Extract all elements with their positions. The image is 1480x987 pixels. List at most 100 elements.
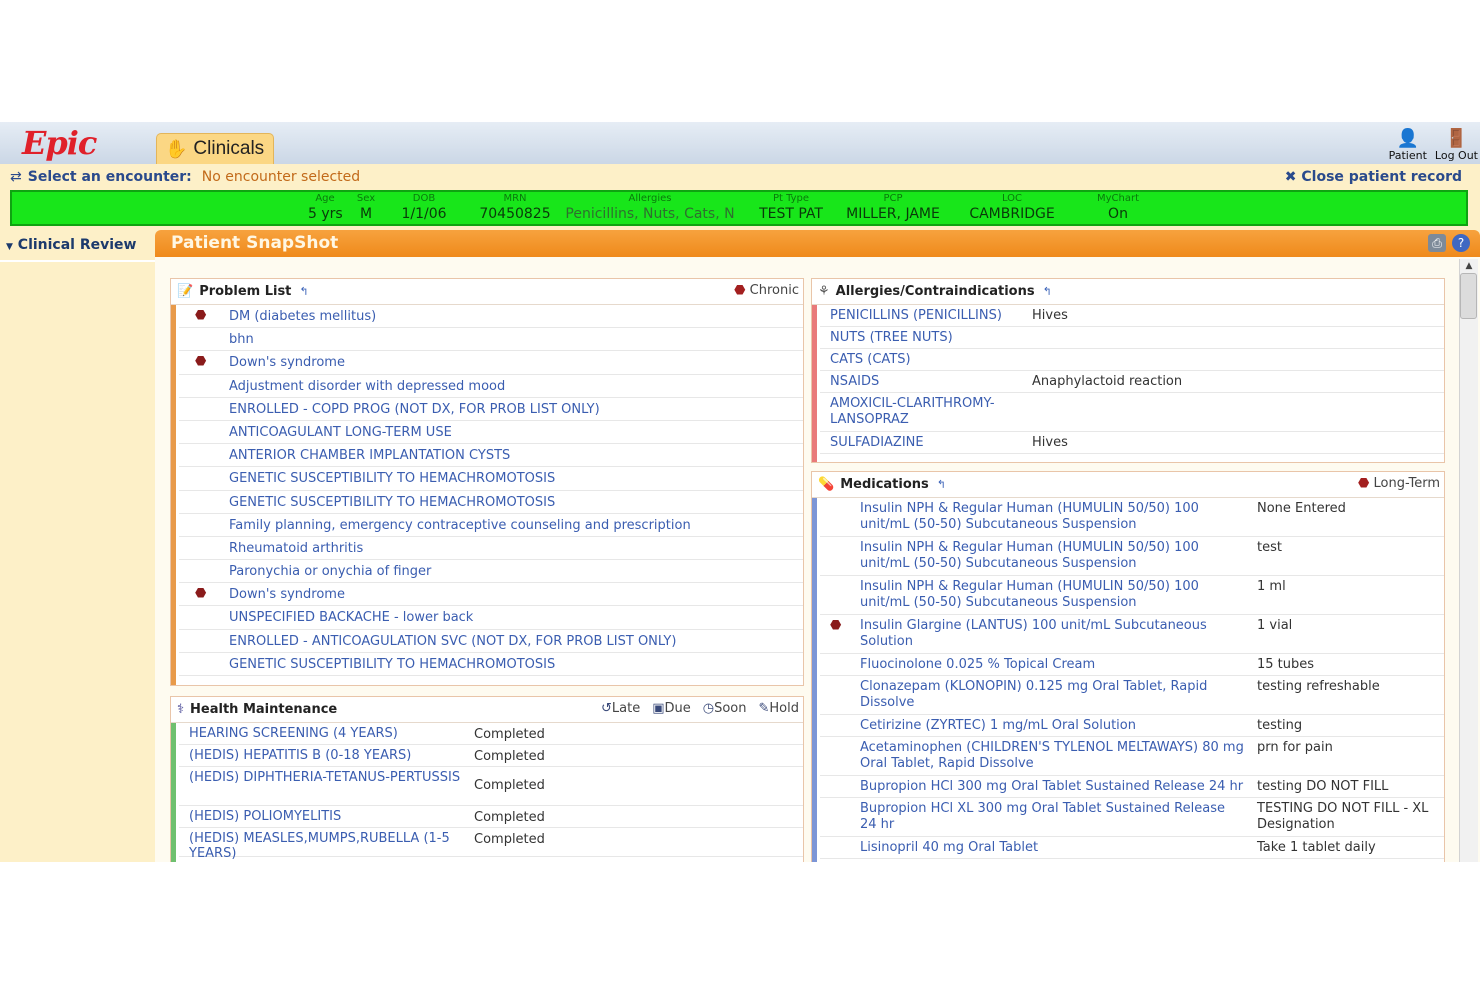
medication-row[interactable]: Insulin NPH & Regular Human (HUMULIN 50/… [820,537,1444,576]
medication-name[interactable]: Clonazepam (KLONOPIN) 0.125 mg Oral Tabl… [860,679,1245,711]
allergy-row[interactable]: PENICILLINS (PENICILLINS) Hives [820,305,1444,327]
medication-sig: 15 tubes [1257,657,1315,672]
allergy-name[interactable]: PENICILLINS (PENICILLINS) [830,308,1020,324]
medication-row[interactable]: Insulin NPH & Regular Human (HUMULIN 50/… [820,498,1444,537]
allergies-title[interactable]: Allergies/Contraindications [836,284,1035,299]
problem-row[interactable]: ANTICOAGULANT LONG-TERM USE [179,421,803,445]
health-maintenance-row[interactable]: (HEDIS) HEPATITIS B (0-18 YEARS) Complete… [179,745,803,767]
banner-field: MyChart On [1090,193,1146,223]
allergy-icon: ⚘ [818,284,830,299]
close-patient-record-button[interactable]: ✖ Close patient record [1285,169,1462,185]
medication-name[interactable]: Acetaminophen (CHILDREN'S TYLENOL MELTAW… [860,740,1245,772]
allergy-name[interactable]: NUTS (TREE NUTS) [830,330,1020,346]
problem-name[interactable]: bhn [229,332,254,347]
allergy-name[interactable]: NSAIDS [830,374,1020,390]
health-maintenance-name[interactable]: (HEDIS) POLIOMYELITIS [189,809,469,824]
allergy-name[interactable]: AMOXICIL-CLARITHROMY-LANSOPRAZ [830,396,1020,428]
problem-name[interactable]: DM (diabetes mellitus) [229,309,376,324]
medication-row[interactable]: Bupropion HCl 300 mg Oral Tablet Sustain… [820,776,1444,798]
select-encounter-link[interactable]: Select an encounter: [28,169,192,185]
problem-name[interactable]: Down's syndrome [229,587,345,602]
problem-row[interactable]: UNSPECIFIED BACKACHE - lower back [179,606,803,630]
problem-row[interactable]: GENETIC SUSCEPTIBILITY TO HEMACHROMOTOSI… [179,491,803,514]
medication-row[interactable]: Clonazepam (KLONOPIN) 0.125 mg Oral Tabl… [820,676,1444,715]
medication-name[interactable]: Insulin Glargine (LANTUS) 100 unit/mL Su… [860,618,1245,650]
medication-row[interactable]: Fluocinolone 0.025 % Topical Cream 15 tub… [820,654,1444,676]
allergy-row[interactable]: SULFADIAZINE Hives [820,432,1444,454]
banner-field: Sex M [351,193,381,223]
medication-name[interactable]: Fluocinolone 0.025 % Topical Cream [860,657,1245,673]
health-maintenance-name[interactable]: HEARING SCREENING (4 YEARS) [189,726,469,741]
allergy-name[interactable]: SULFADIAZINE [830,435,1020,451]
problem-name[interactable]: ANTERIOR CHAMBER IMPLANTATION CYSTS [229,448,510,463]
problem-row[interactable]: ENROLLED - ANTICOAGULATION SVC (NOT DX, … [179,630,803,653]
problem-name[interactable]: GENETIC SUSCEPTIBILITY TO HEMACHROMOTOSI… [229,657,555,672]
problem-row[interactable]: GENETIC SUSCEPTIBILITY TO HEMACHROMOTOSI… [179,653,803,676]
problem-row[interactable]: ⬣ Down's syndrome [179,583,803,607]
scroll-thumb[interactable] [1460,273,1477,319]
health-maintenance-name[interactable]: (HEDIS) HEPATITIS B (0-18 YEARS) [189,748,469,763]
problem-name[interactable]: UNSPECIFIED BACKACHE - lower back [229,610,473,625]
problem-name[interactable]: ENROLLED - ANTICOAGULATION SVC (NOT DX, … [229,634,676,649]
health-maintenance-title[interactable]: Health Maintenance [190,702,337,717]
problem-name[interactable]: GENETIC SUSCEPTIBILITY TO HEMACHROMOTOSI… [229,471,555,486]
allergy-name[interactable]: CATS (CATS) [830,352,1020,368]
medication-name[interactable]: Bupropion HCl 300 mg Oral Tablet Sustain… [860,779,1245,795]
refresh-icon[interactable]: ↰ [937,478,946,491]
allergy-row[interactable]: NUTS (TREE NUTS) [820,327,1444,349]
refresh-icon[interactable]: ↰ [1043,285,1052,298]
health-maintenance-row[interactable]: (HEDIS) DIPHTHERIA-TETANUS-PERTUSSIS Comp… [179,767,803,806]
medication-name[interactable]: Insulin NPH & Regular Human (HUMULIN 50/… [860,579,1245,611]
problem-row[interactable]: Family planning, emergency contraceptive… [179,514,803,537]
allergy-row[interactable]: NSAIDS Anaphylactoid reaction [820,371,1444,393]
problem-row[interactable]: ANTERIOR CHAMBER IMPLANTATION CYSTS [179,444,803,468]
health-maintenance-name[interactable]: (HEDIS) DIPHTHERIA-TETANUS-PERTUSSIS [189,770,469,785]
scroll-up-icon[interactable]: ▲ [1460,259,1478,273]
health-maintenance-row[interactable]: (HEDIS) POLIOMYELITIS Completed [179,806,803,828]
problem-list-title[interactable]: Problem List [199,284,291,299]
problem-name[interactable]: Rheumatoid arthritis [229,541,363,556]
chronic-icon: ⬣ [195,354,207,370]
medication-name[interactable]: Insulin NPH & Regular Human (HUMULIN 50/… [860,501,1245,533]
health-maintenance-row[interactable]: HEARING SCREENING (4 YEARS) Completed [179,723,803,745]
health-maintenance-name[interactable]: (HEDIS) MEASLES,MUMPS,RUBELLA (1-5 YEARS… [189,831,469,861]
problem-name[interactable]: GENETIC SUSCEPTIBILITY TO HEMACHROMOTOSI… [229,495,555,510]
medication-row[interactable]: Bupropion HCl XL 300 mg Oral Tablet Sust… [820,798,1444,837]
problem-row[interactable]: bhn [179,328,803,352]
medication-name[interactable]: Cetirizine (ZYRTEC) 1 mg/mL Oral Solutio… [860,718,1245,734]
problem-row[interactable]: ⬣ DM (diabetes mellitus) [179,305,803,329]
logout-button[interactable]: 🚪 Log Out [1435,122,1478,164]
problem-name[interactable]: Family planning, emergency contraceptive… [229,518,691,533]
health-maintenance-row[interactable]: (HEDIS) MEASLES,MUMPS,RUBELLA (1-5 YEARS… [179,828,803,861]
allergy-row[interactable]: CATS (CATS) [820,349,1444,371]
medication-row[interactable]: Acetaminophen (CHILDREN'S TYLENOL MELTAW… [820,737,1444,776]
print-icon[interactable]: ⎙ [1428,234,1446,252]
medication-row[interactable]: ⬣ Insulin Glargine (LANTUS) 100 unit/mL S… [820,615,1444,654]
problem-name[interactable]: ANTICOAGULANT LONG-TERM USE [229,425,452,440]
problem-row[interactable]: ⬣ Down's syndrome [179,351,803,375]
sidebar-item-clinical-review[interactable]: ▼ Clinical Review [6,237,136,253]
medication-row[interactable]: Insulin NPH & Regular Human (HUMULIN 50/… [820,576,1444,615]
medication-name[interactable]: Insulin NPH & Regular Human (HUMULIN 50/… [860,540,1245,572]
legend-label: Soon [714,701,747,716]
problem-name[interactable]: ENROLLED - COPD PROG (NOT DX, FOR PROB L… [229,402,600,417]
problem-name[interactable]: Adjustment disorder with depressed mood [229,379,505,394]
vertical-scrollbar[interactable]: ▲ [1459,259,1478,862]
help-icon[interactable]: ? [1452,234,1470,252]
problem-row[interactable]: Adjustment disorder with depressed mood [179,375,803,398]
medications-title[interactable]: Medications [840,477,929,492]
problem-name[interactable]: Down's syndrome [229,355,345,370]
patient-button[interactable]: 👤 Patient [1389,122,1427,164]
problem-name[interactable]: Paronychia or onychia of finger [229,564,431,579]
medication-row[interactable]: Lisinopril 40 mg Oral Tablet Take 1 table… [820,837,1444,859]
medication-row[interactable]: Cetirizine (ZYRTEC) 1 mg/mL Oral Solutio… [820,715,1444,737]
problem-row[interactable]: ENROLLED - COPD PROG (NOT DX, FOR PROB L… [179,398,803,421]
problem-row[interactable]: Rheumatoid arthritis [179,537,803,561]
tab-clinicals[interactable]: ✋ Clinicals [156,133,274,164]
problem-row[interactable]: Paronychia or onychia of finger [179,560,803,584]
medication-name[interactable]: Bupropion HCl XL 300 mg Oral Tablet Sust… [860,801,1245,833]
allergy-row[interactable]: AMOXICIL-CLARITHROMY-LANSOPRAZ [820,393,1444,432]
medication-name[interactable]: Lisinopril 40 mg Oral Tablet [860,840,1245,856]
problem-row[interactable]: GENETIC SUSCEPTIBILITY TO HEMACHROMOTOSI… [179,467,803,491]
refresh-icon[interactable]: ↰ [299,285,308,298]
